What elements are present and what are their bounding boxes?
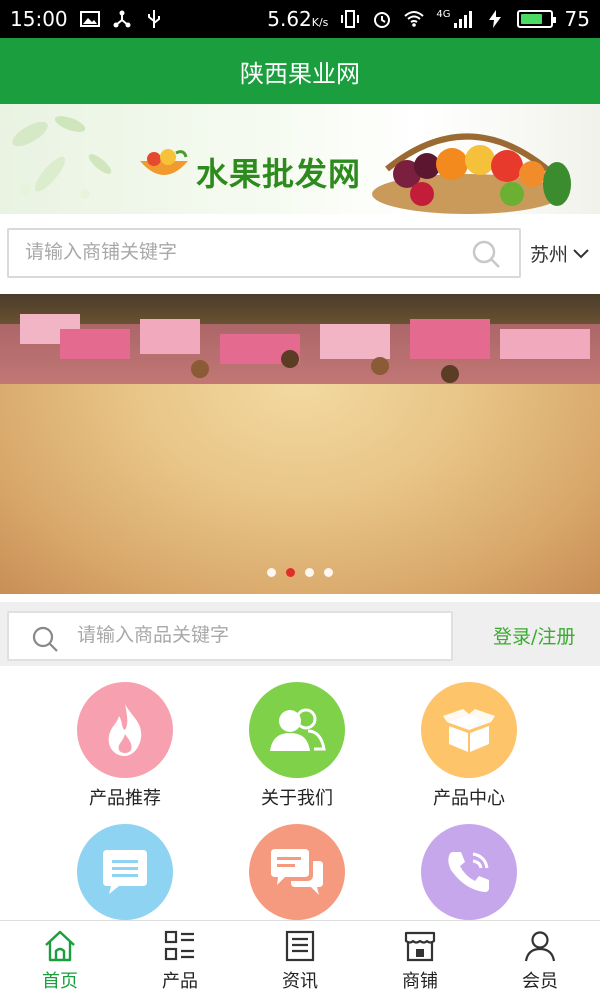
nav-label: 产品 [162,970,198,992]
fruit-basket-image [372,133,571,214]
bottom-navigation: 首页 产品 资讯 商铺 会员 [0,920,600,1000]
city-label: 苏州 [530,244,569,266]
product-search-box[interactable] [7,611,453,661]
status-bar: 15:00 5.62K/s 4G 75 [0,0,600,38]
battery-percent: 75 [564,7,590,31]
users-icon [270,708,326,751]
menu-item-contact[interactable] [394,824,544,926]
clock: 15:00 [10,7,68,31]
chat-icon [271,849,323,895]
carousel-dot[interactable] [305,568,314,577]
banner[interactable]: 水果批发网 [0,104,600,214]
banner-title: 水果批发网 [196,155,362,193]
carousel-indicators [0,568,600,577]
nav-label: 商铺 [402,970,438,992]
search-icon[interactable] [471,239,501,269]
nav-item-member[interactable]: 会员 [480,921,600,1000]
signal-indicator: 4G [436,9,472,29]
grid-list-icon [164,930,194,960]
image-icon [79,11,100,27]
shop-search-input[interactable] [25,241,455,263]
nav-item-home[interactable]: 首页 [0,921,120,1000]
nav-label: 首页 [42,970,78,992]
status-left: 15:00 [10,7,164,31]
vibrate-icon [341,10,360,28]
speed-value: 5.62 [267,7,312,31]
battery-fill [520,14,542,24]
leaf-decoration [12,116,112,199]
signal-icon [453,11,472,28]
menu-item-messages[interactable] [50,824,200,926]
nav-item-stores[interactable]: 商铺 [360,921,480,1000]
nav-item-products[interactable]: 产品 [120,921,240,1000]
usb-icon [147,10,160,28]
store-icon [404,931,436,961]
menu-grid: 产品推荐 关于我们 产品中心 [0,666,600,920]
menu-icon-circle [421,824,517,920]
menu-item-product-recommend[interactable]: 产品推荐 [50,682,200,810]
user-icon [524,930,556,961]
menu-icon-circle [77,824,173,920]
home-icon [45,930,75,961]
chevron-down-icon [573,248,589,258]
login-register-link[interactable]: 登录/注册 [493,622,575,649]
hero-apples-image [0,384,600,594]
menu-item-about-us[interactable]: 关于我们 [222,682,372,810]
message-icon [103,850,147,894]
speed-unit: K/s [311,16,329,29]
charging-icon [488,10,501,28]
box-icon [443,709,495,752]
product-search-row: 登录/注册 [0,602,600,666]
fruit-bowl-icon [140,149,188,175]
carousel-dot-active[interactable] [286,568,295,577]
nav-label: 会员 [522,970,558,992]
menu-label: 关于我们 [261,788,333,809]
hero-carousel[interactable] [0,294,600,594]
menu-label: 产品中心 [433,788,505,809]
battery-icon [516,10,556,28]
carousel-dot[interactable] [267,568,276,577]
share-icon [113,10,131,28]
network-speed: 5.62K/s [267,7,328,31]
search-icon[interactable] [31,625,59,653]
product-search-input[interactable] [77,624,437,646]
carousel-dot[interactable] [324,568,333,577]
shop-search-box[interactable] [7,228,521,278]
phone-icon [448,852,489,892]
news-icon [285,930,315,961]
shop-search-row: 苏州 [0,214,600,294]
flame-icon [108,704,142,756]
menu-icon-circle [421,682,517,778]
menu-icon-circle [249,682,345,778]
menu-icon-circle [77,682,173,778]
menu-icon-circle [249,824,345,920]
menu-item-product-center[interactable]: 产品中心 [394,682,544,810]
alarm-icon [374,12,391,28]
status-right: 5.62K/s 4G 75 [267,7,590,31]
wifi-icon [404,11,425,27]
app-root: 15:00 5.62K/s 4G 75 陕西果业网 水果批发网 请输入商铺关键字… [0,0,600,1000]
menu-item-chat[interactable] [222,824,372,926]
network-type: 4G [436,9,451,20]
city-selector[interactable]: 苏州 [530,240,590,267]
menu-label: 产品推荐 [89,788,161,809]
nav-label: 资讯 [282,970,318,992]
title-bar: 陕西果业网 [0,38,600,104]
nav-item-news[interactable]: 资讯 [240,921,360,1000]
page-title: 陕西果业网 [240,59,360,88]
